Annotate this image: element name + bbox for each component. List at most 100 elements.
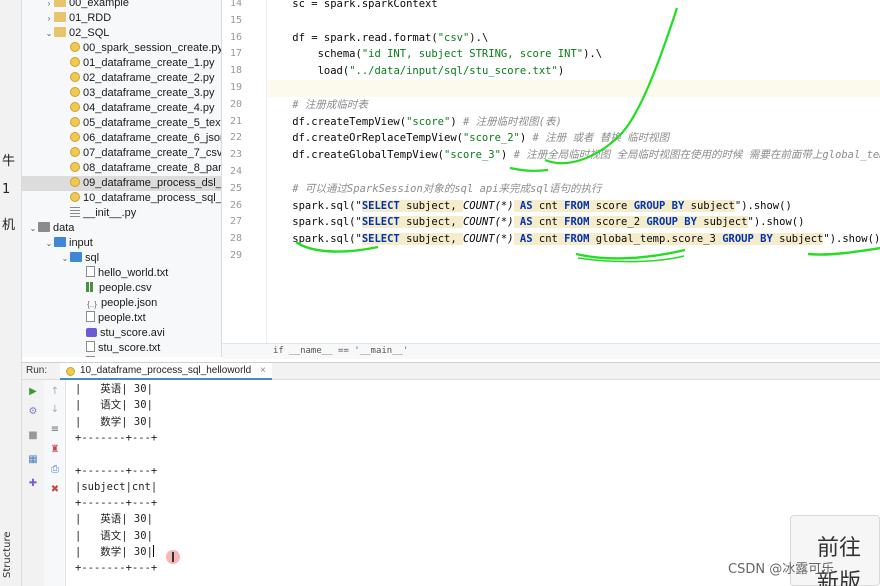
code-token: subject xyxy=(684,199,735,212)
run-toolbar-primary: ▶ ⚙ ■ ▦ ✚ xyxy=(22,380,44,586)
rerun-icon[interactable]: ▶ xyxy=(27,386,39,398)
layout-icon[interactable]: ▦ xyxy=(27,454,39,466)
code-token: df = spark.read.format( xyxy=(267,31,438,44)
code-line[interactable] xyxy=(267,164,880,181)
tree-item[interactable]: 10_dataframe_process_sql_helloworld.py xyxy=(22,191,221,206)
code-line[interactable]: spark.sql("SELECT subject, COUNT(*) AS c… xyxy=(267,214,880,231)
close-icon[interactable]: × xyxy=(260,365,266,376)
folder-icon xyxy=(54,0,66,7)
python-file-icon xyxy=(70,102,80,112)
run-console[interactable]: | 英语| 30| | 语文| 30| | 数学| 30| +-------+---+… xyxy=(67,380,880,586)
tree-item-label: 08_dataframe_create_8_parquet.py xyxy=(83,162,222,174)
tree-item-label: 01_RDD xyxy=(69,12,112,24)
tree-item[interactable]: people.csv xyxy=(22,281,221,296)
tree-item-label: 03_dataframe_create_3.py xyxy=(83,87,215,99)
tree-item[interactable]: hello_world.txt xyxy=(22,266,221,281)
code-line[interactable]: sc = spark.sparkContext xyxy=(267,0,880,13)
code-line[interactable]: spark.sql("SELECT subject, COUNT(*) AS c… xyxy=(267,198,880,215)
code-line[interactable]: df.createGlobalTempView("score_3") # 注册全… xyxy=(267,147,880,164)
python-file-icon xyxy=(70,117,80,127)
tree-item[interactable]: 00_spark_session_create.py xyxy=(22,41,221,56)
tree-item[interactable]: 07_dataframe_create_7_csv.py xyxy=(22,146,221,161)
print-icon[interactable]: ⎙ xyxy=(49,464,61,476)
code-line[interactable]: spark.sql("SELECT subject, COUNT(*) AS c… xyxy=(267,231,880,248)
expand-arrow-icon[interactable]: ⌄ xyxy=(44,236,54,251)
code-token: SELECT xyxy=(361,233,400,246)
code-line[interactable]: load("../data/input/sql/stu_score.txt") xyxy=(267,63,880,80)
code-token: df.createTempView( xyxy=(267,115,407,128)
tree-item[interactable]: 02_dataframe_create_2.py xyxy=(22,71,221,86)
run-tab[interactable]: 10_dataframe_process_sql_helloworld × xyxy=(60,363,272,380)
video-file-icon xyxy=(86,328,97,337)
console-output-line: | 数学| 30| xyxy=(75,545,154,558)
line-number: 27 xyxy=(229,216,242,228)
code-line[interactable]: df.createOrReplaceTempView("score_2") # … xyxy=(267,130,880,147)
code-line[interactable]: # 注册成临时表 xyxy=(267,97,880,114)
project-tree[interactable]: › 00_example › 01_RDD ⌄ 02_SQL 00_spark_sessio… xyxy=(22,0,222,357)
tree-item[interactable]: 08_dataframe_create_8_parquet.py xyxy=(22,161,222,176)
code-token: # 注册 或者 替换 临时视图 xyxy=(532,132,670,145)
tree-item[interactable]: 09_dataframe_process_dsl_helloworld.py xyxy=(22,176,221,191)
code-token: COUNT(*) xyxy=(462,233,514,246)
code-line[interactable] xyxy=(267,13,880,30)
tree-item[interactable]: 04_dataframe_create_4.py xyxy=(22,101,221,116)
tree-item[interactable]: 03_dataframe_create_3.py xyxy=(22,86,221,101)
code-line[interactable]: schema("id INT, subject STRING, score IN… xyxy=(267,46,880,63)
line-number: 16 xyxy=(229,31,242,43)
code-token: # 注册成临时表 xyxy=(267,98,368,111)
tree-item-label: 02_SQL xyxy=(69,27,110,39)
tree-item[interactable]: people.txt xyxy=(22,311,221,326)
tree-item[interactable]: ⌄ data xyxy=(22,221,221,236)
clear-icon[interactable]: ♜ xyxy=(49,444,61,456)
editor-breadcrumb[interactable]: if __name__ == '__main__' xyxy=(222,343,880,359)
settings-icon[interactable]: ⚙ xyxy=(27,406,39,418)
strip-fragment-2: 1 xyxy=(2,182,11,197)
tree-item[interactable]: 06_dataframe_create_6_json.py xyxy=(22,131,221,146)
tree-item[interactable]: __init__.py xyxy=(22,206,221,221)
scroll-down-icon[interactable]: ↓ xyxy=(49,404,61,416)
tree-item[interactable]: ⌄ 02_SQL xyxy=(22,26,221,41)
expand-arrow-icon[interactable]: › xyxy=(44,0,54,11)
console-output-line: +-------+---+ xyxy=(75,464,158,477)
code-line[interactable]: df = spark.read.format("csv").\ xyxy=(267,30,880,47)
expand-arrow-icon[interactable]: ⌄ xyxy=(28,221,38,236)
tree-item[interactable]: ⌄ input xyxy=(22,236,221,251)
expand-arrow-icon[interactable]: ⌄ xyxy=(44,26,54,41)
tree-item[interactable]: stu_score.txt xyxy=(22,341,221,356)
left-side-strip: 牛 1 机 Structure xyxy=(0,0,22,586)
code-token: subject, xyxy=(399,216,463,229)
code-token: score_2 xyxy=(589,216,647,229)
tree-item[interactable]: {..} people.json xyxy=(22,296,221,311)
scroll-up-icon[interactable]: ↑ xyxy=(49,386,61,398)
source-folder-icon xyxy=(54,237,66,247)
text-file-icon xyxy=(86,311,95,322)
code-token: "id INT, subject STRING, score INT" xyxy=(361,48,584,61)
expand-arrow-icon[interactable]: › xyxy=(44,11,54,26)
tree-item[interactable]: 01_dataframe_create_1.py xyxy=(22,56,221,71)
code-token: ).\ xyxy=(583,48,603,61)
tree-item[interactable]: u.data xyxy=(22,356,221,357)
tree-item[interactable]: › 00_example xyxy=(22,0,221,11)
console-output-line: | 英语| 30| xyxy=(75,513,153,526)
code-line[interactable]: df.createTempView("score") # 注册临时视图(表) xyxy=(267,114,880,131)
tree-item[interactable]: 05_dataframe_create_5_text.py xyxy=(22,116,221,131)
code-token: ").show() xyxy=(823,233,880,246)
python-file-icon xyxy=(70,72,80,82)
tree-item[interactable]: stu_score.avi xyxy=(22,326,221,341)
expand-arrow-icon[interactable]: ⌄ xyxy=(60,251,70,266)
code-token: AS xyxy=(519,199,533,212)
code-line[interactable]: # 可以通过SparkSession对象的sql api来完成sql语句的执行 xyxy=(267,181,880,198)
delete-icon[interactable]: ✖ xyxy=(49,484,61,496)
code-line[interactable] xyxy=(267,248,880,265)
line-number: 19 xyxy=(229,82,242,93)
tree-item[interactable]: ⌄ sql xyxy=(22,251,221,266)
code-editor[interactable]: sc = spark.sparkContext df = spark.read.… xyxy=(267,0,880,343)
code-line[interactable] xyxy=(267,80,880,97)
stop-icon[interactable]: ■ xyxy=(27,430,39,442)
tree-item[interactable]: › 01_RDD xyxy=(22,11,221,26)
code-token: GROUP BY xyxy=(633,199,685,212)
run-toolbar-secondary: ↑ ↓ ≡ ♜ ⎙ ✖ xyxy=(44,380,66,586)
pin-icon[interactable]: ✚ xyxy=(27,478,39,490)
soft-wrap-icon[interactable]: ≡ xyxy=(49,424,61,436)
structure-tab[interactable]: Structure xyxy=(2,530,20,580)
